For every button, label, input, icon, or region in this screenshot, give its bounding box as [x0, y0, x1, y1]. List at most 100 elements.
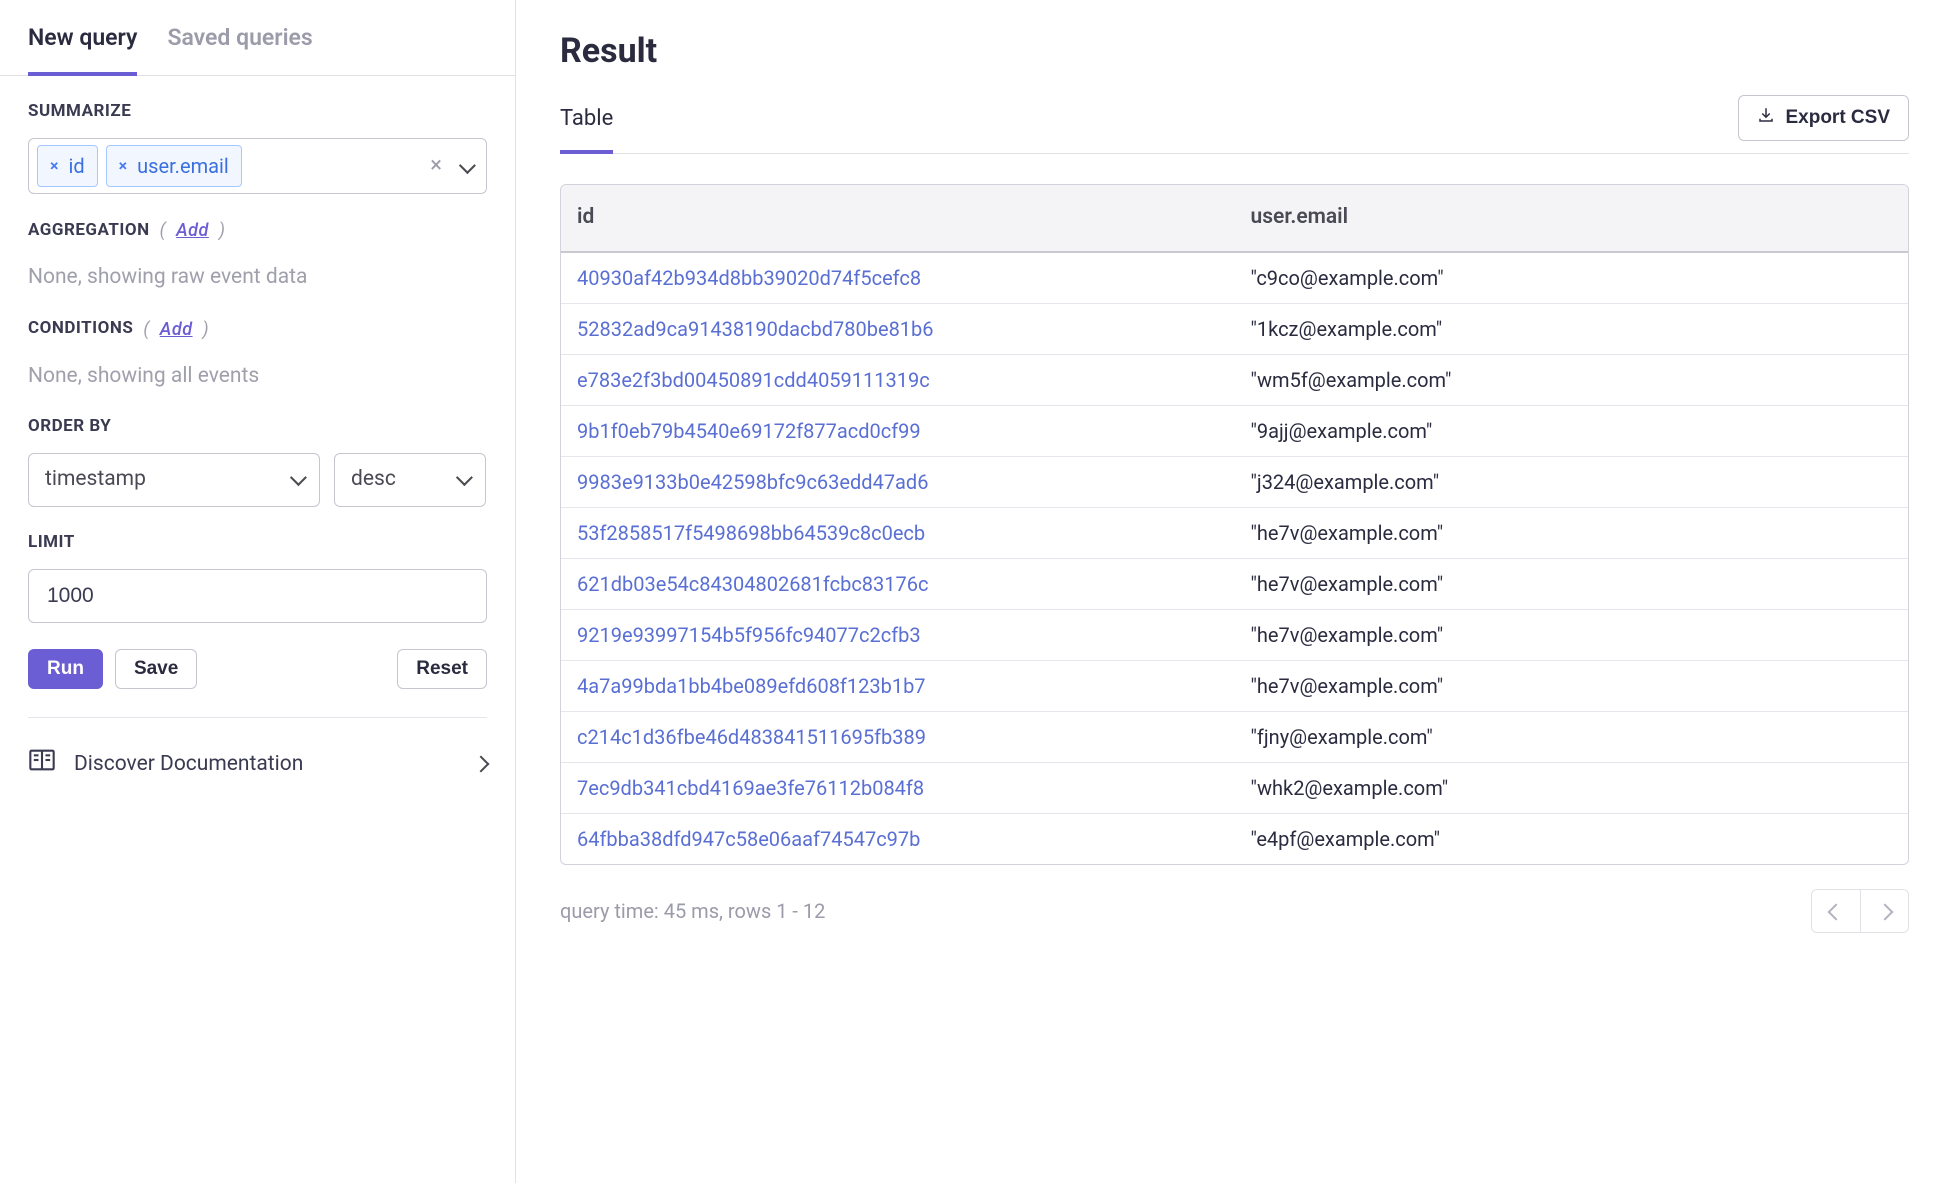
limit-label: LIMIT — [28, 531, 487, 555]
pager-next-button[interactable] — [1860, 890, 1908, 932]
result-footer: query time: 45 ms, rows 1 - 12 — [560, 889, 1909, 933]
cell-email: "he7v@example.com" — [1235, 508, 1909, 558]
aggregation-label: AGGREGATION (Add) — [28, 218, 487, 243]
chevron-right-icon — [1879, 897, 1891, 925]
conditions-label: CONDITIONS (Add) — [28, 317, 487, 342]
sidebar-tabs: New query Saved queries — [0, 0, 515, 76]
orderby-section: ORDER BY timestamp desc — [28, 415, 487, 507]
cell-id: 53f2858517f5498698bb64539c8c0ecb — [561, 508, 1235, 558]
cell-email: "j324@example.com" — [1235, 457, 1909, 507]
cell-email: "he7v@example.com" — [1235, 661, 1909, 711]
id-link[interactable]: 7ec9db341cbd4169ae3fe76112b084f8 — [577, 776, 924, 800]
aggregation-add-link[interactable]: Add — [176, 218, 209, 243]
orderby-label: ORDER BY — [28, 415, 487, 439]
doc-link-label: Discover Documentation — [74, 750, 303, 779]
table-row: 52832ad9ca91438190dacbd780be81b6 "1kcz@ex… — [561, 304, 1908, 355]
export-csv-button[interactable]: Export CSV — [1738, 95, 1909, 141]
remove-token-icon[interactable]: × — [119, 155, 128, 177]
reset-button[interactable]: Reset — [397, 649, 487, 689]
result-panel: Result Table Export CSV id user.email — [516, 0, 1953, 1183]
cell-id: 40930af42b934d8bb39020d74f5cefc8 — [561, 253, 1235, 303]
query-stats: query time: 45 ms, rows 1 - 12 — [560, 897, 825, 925]
cell-email: "9ajj@example.com" — [1235, 406, 1909, 456]
discover-documentation-link[interactable]: Discover Documentation — [28, 742, 487, 787]
id-link[interactable]: 9b1f0eb79b4540e69172f877acd0cf99 — [577, 419, 921, 443]
table-row: 53f2858517f5498698bb64539c8c0ecb "he7v@ex… — [561, 508, 1908, 559]
table-row: 9b1f0eb79b4540e69172f877acd0cf99 "9ajj@ex… — [561, 406, 1908, 457]
token-label: user.email — [137, 152, 229, 180]
cell-email: "1kcz@example.com" — [1235, 304, 1909, 354]
query-sidebar: New query Saved queries SUMMARIZE × id ×… — [0, 0, 516, 1183]
divider — [28, 717, 487, 718]
conditions-add-link[interactable]: Add — [160, 317, 193, 342]
chevron-left-icon — [1830, 897, 1842, 925]
cell-id: 52832ad9ca91438190dacbd780be81b6 — [561, 304, 1235, 354]
cell-email: "whk2@example.com" — [1235, 763, 1909, 813]
table-row: 7ec9db341cbd4169ae3fe76112b084f8 "whk2@ex… — [561, 763, 1908, 814]
chevron-down-icon — [291, 465, 303, 494]
table-row: 40930af42b934d8bb39020d74f5cefc8 "c9co@ex… — [561, 253, 1908, 304]
orderby-field-value: timestamp — [45, 465, 146, 494]
table-row: 9219e93997154b5f956fc94077c2cfb3"he7v@ex… — [561, 610, 1908, 661]
summarize-input[interactable]: × id × user.email × — [28, 138, 487, 194]
summarize-token: × user.email — [106, 145, 242, 187]
cell-email: "he7v@example.com" — [1235, 559, 1909, 609]
chevron-right-icon — [475, 750, 487, 779]
id-link[interactable]: 9983e9133b0e42598bfc9c63edd47ad6 — [577, 470, 928, 494]
conditions-label-text: CONDITIONS — [28, 317, 133, 341]
id-link[interactable]: 4a7a99bda1bb4be089efd608f123b1b7 — [577, 674, 926, 698]
table-row: 64fbba38dfd947c58e06aaf74547c97b "e4pf@ex… — [561, 814, 1908, 864]
cell-email: "c9co@example.com" — [1235, 253, 1909, 303]
save-button[interactable]: Save — [115, 649, 197, 689]
chevron-down-icon — [457, 465, 469, 494]
orderby-direction-value: desc — [351, 465, 396, 494]
aggregation-label-text: AGGREGATION — [28, 219, 150, 243]
aggregation-section: AGGREGATION (Add) None, showing raw even… — [28, 218, 487, 293]
remove-token-icon[interactable]: × — [50, 155, 59, 177]
summarize-section: SUMMARIZE × id × user.email × — [28, 100, 487, 194]
limit-input[interactable] — [28, 569, 487, 623]
column-header-id[interactable]: id — [561, 185, 1235, 250]
cell-id: 7ec9db341cbd4169ae3fe76112b084f8 — [561, 763, 1235, 813]
cell-id: 9219e93997154b5f956fc94077c2cfb3 — [561, 610, 1235, 660]
table-header: id user.email — [561, 185, 1908, 252]
result-title: Result — [560, 28, 1909, 76]
tab-new-query[interactable]: New query — [28, 0, 137, 76]
table-row: e783e2f3bd00450891cdd4059111319c "wm5f@ex… — [561, 355, 1908, 406]
chevron-down-icon[interactable] — [454, 152, 478, 180]
download-icon — [1757, 106, 1775, 130]
cell-id: 621db03e54c84304802681fcbc83176c — [561, 559, 1235, 609]
id-link[interactable]: 53f2858517f5498698bb64539c8c0ecb — [577, 521, 925, 545]
token-label: id — [69, 152, 85, 180]
conditions-section: CONDITIONS (Add) None, showing all event… — [28, 317, 487, 392]
summarize-label: SUMMARIZE — [28, 100, 487, 124]
documentation-icon — [28, 746, 56, 783]
tab-table[interactable]: Table — [560, 94, 613, 155]
id-link[interactable]: e783e2f3bd00450891cdd4059111319c — [577, 368, 930, 392]
cell-id: 9983e9133b0e42598bfc9c63edd47ad6 — [561, 457, 1235, 507]
cell-id: c214c1d36fbe46d483841511695fb389 — [561, 712, 1235, 762]
id-link[interactable]: 621db03e54c84304802681fcbc83176c — [577, 572, 928, 596]
run-button[interactable]: Run — [28, 649, 103, 689]
orderby-direction-select[interactable]: desc — [334, 453, 486, 507]
cell-id: 4a7a99bda1bb4be089efd608f123b1b7 — [561, 661, 1235, 711]
cell-email: "wm5f@example.com" — [1235, 355, 1909, 405]
id-link[interactable]: 64fbba38dfd947c58e06aaf74547c97b — [577, 827, 920, 851]
id-link[interactable]: 52832ad9ca91438190dacbd780be81b6 — [577, 317, 934, 341]
pager — [1811, 889, 1909, 933]
id-link[interactable]: 9219e93997154b5f956fc94077c2cfb3 — [577, 623, 921, 647]
pager-prev-button[interactable] — [1812, 890, 1860, 932]
result-table: id user.email 40930af42b934d8bb39020d74f… — [560, 184, 1909, 864]
tab-saved-queries[interactable]: Saved queries — [167, 0, 312, 76]
cell-email: "e4pf@example.com" — [1235, 814, 1909, 864]
cell-id: 9b1f0eb79b4540e69172f877acd0cf99 — [561, 406, 1235, 456]
clear-all-icon[interactable]: × — [426, 151, 446, 182]
id-link[interactable]: 40930af42b934d8bb39020d74f5cefc8 — [577, 266, 921, 290]
orderby-field-select[interactable]: timestamp — [28, 453, 320, 507]
action-row: Run Save Reset — [28, 647, 487, 689]
export-csv-label: Export CSV — [1785, 107, 1890, 129]
cell-id: 64fbba38dfd947c58e06aaf74547c97b — [561, 814, 1235, 864]
summarize-token: × id — [37, 145, 98, 187]
id-link[interactable]: c214c1d36fbe46d483841511695fb389 — [577, 725, 926, 749]
column-header-email[interactable]: user.email — [1235, 185, 1909, 250]
